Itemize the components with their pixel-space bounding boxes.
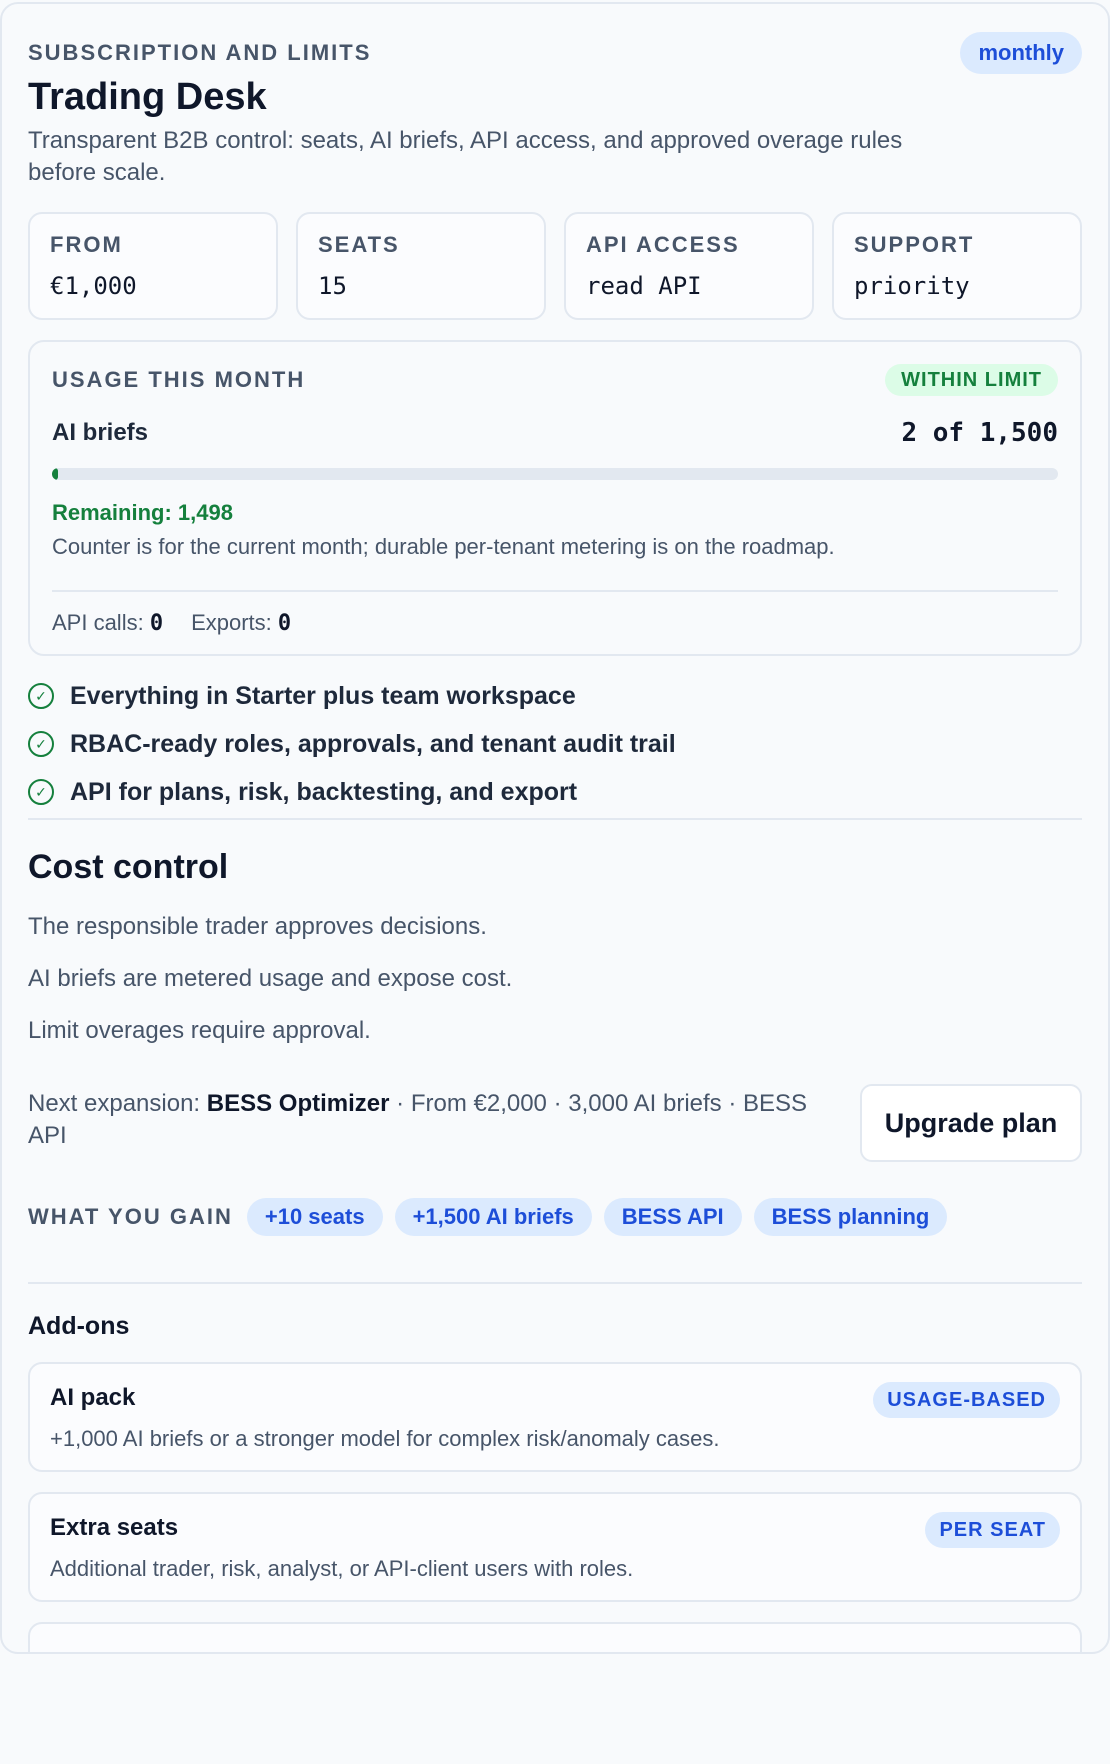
divider	[52, 590, 1058, 592]
usage-metric-count: 2 of 1,500	[901, 418, 1058, 448]
divider	[28, 818, 1082, 820]
plan-stats: From €1,000 Seats 15 API access read API…	[28, 212, 1082, 320]
status-badge: WITHIN LIMIT	[885, 364, 1058, 396]
expansion-prefix: Next expansion:	[28, 1090, 201, 1117]
feature-item: ✓ API for plans, risk, backtesting, and …	[28, 768, 1082, 816]
upgrade-plan-button[interactable]: Upgrade plan	[860, 1084, 1082, 1162]
api-calls-label: API calls:	[52, 610, 144, 635]
addon-card-partial[interactable]	[28, 1622, 1082, 1652]
stat-value: €1,000	[50, 272, 137, 300]
usage-note: Counter is for the current month; durabl…	[52, 534, 835, 559]
section-eyebrow: Subscription and limits	[28, 40, 372, 65]
gain-label: What you gain	[28, 1204, 233, 1229]
stat-seats: Seats 15	[296, 212, 546, 320]
cost-control-note: The responsible trader approves decision…	[28, 913, 487, 940]
gain-chip: +10 seats	[246, 1198, 383, 1236]
expansion-plan-name: BESS Optimizer	[206, 1090, 390, 1117]
cost-control-title: Cost control	[28, 848, 229, 886]
addon-pricing-badge: PER SEAT	[925, 1512, 1060, 1548]
api-calls-value: 0	[149, 611, 164, 636]
addons-header: Add-ons	[28, 1312, 1082, 1341]
header: Subscription and limits Trading Desk Tra…	[28, 40, 1082, 189]
exports-value: 0	[277, 611, 292, 636]
stat-label: From	[50, 232, 123, 257]
stat-from: From €1,000	[28, 212, 278, 320]
check-circle-icon: ✓	[28, 731, 54, 757]
what-you-gain: What you gain +10 seats +1,500 AI briefs…	[28, 1198, 948, 1236]
cost-control-note: AI briefs are metered usage and expose c…	[28, 965, 513, 992]
addon-name: Extra seats	[50, 1514, 179, 1541]
plan-title: Trading Desk	[28, 76, 267, 118]
gain-chip: BESS planning	[753, 1198, 948, 1236]
feature-item: ✓ RBAC-ready roles, approvals, and tenan…	[28, 720, 1082, 768]
addon-card-extra-seats[interactable]: Extra seats Additional trader, risk, ana…	[28, 1492, 1082, 1602]
cost-control-note: Limit overages require approval.	[28, 1017, 371, 1044]
gain-chip: BESS API	[603, 1198, 742, 1236]
usage-title: Usage this month	[52, 367, 306, 392]
addon-description: Additional trader, risk, analyst, or API…	[50, 1556, 634, 1581]
usage-remaining: Remaining: 1,498	[52, 500, 233, 525]
divider	[28, 1282, 1082, 1284]
plan-subtitle: Transparent B2B control: seats, AI brief…	[28, 127, 903, 186]
cost-control-section: Cost control The responsible trader appr…	[28, 848, 1082, 1045]
subscription-card: monthly Subscription and limits Trading …	[0, 2, 1110, 1654]
addon-card-ai-pack[interactable]: AI pack +1,000 AI briefs or a stronger m…	[28, 1362, 1082, 1472]
usage-metric-name: AI briefs	[52, 419, 149, 446]
addon-pricing-badge: USAGE-BASED	[873, 1382, 1060, 1418]
stat-label: Support	[854, 232, 975, 257]
gain-chip: +1,500 AI briefs	[394, 1198, 592, 1236]
feature-list: ✓ Everything in Starter plus team worksp…	[28, 672, 1082, 816]
feature-text: API for plans, risk, backtesting, and ex…	[70, 777, 578, 806]
check-circle-icon: ✓	[28, 683, 54, 709]
feature-item: ✓ Everything in Starter plus team worksp…	[28, 672, 1082, 720]
exports-label: Exports:	[191, 610, 272, 635]
usage-progress-fill	[52, 468, 58, 480]
stat-value: 15	[318, 272, 347, 300]
usage-panel: Usage this month WITHIN LIMIT AI briefs …	[28, 340, 1082, 656]
stat-value: read API	[586, 272, 702, 300]
stat-value: priority	[854, 272, 970, 300]
stat-api-access: API access read API	[564, 212, 814, 320]
addon-description: +1,000 AI briefs or a stronger model for…	[50, 1426, 720, 1451]
stat-support: Support priority	[832, 212, 1082, 320]
usage-footer: API calls: 0 Exports: 0	[52, 610, 1058, 636]
next-expansion-text: Next expansion: BESS Optimizer · From €2…	[28, 1088, 848, 1152]
stat-label: Seats	[318, 232, 400, 257]
check-circle-icon: ✓	[28, 779, 54, 805]
feature-text: RBAC-ready roles, approvals, and tenant …	[70, 729, 676, 758]
feature-text: Everything in Starter plus team workspac…	[70, 681, 576, 710]
api-calls-counter: API calls: 0	[52, 610, 163, 636]
stat-label: API access	[586, 232, 740, 257]
addons-title: Add-ons	[28, 1312, 130, 1340]
usage-progress-bar	[52, 468, 1058, 480]
exports-counter: Exports: 0	[191, 610, 291, 636]
